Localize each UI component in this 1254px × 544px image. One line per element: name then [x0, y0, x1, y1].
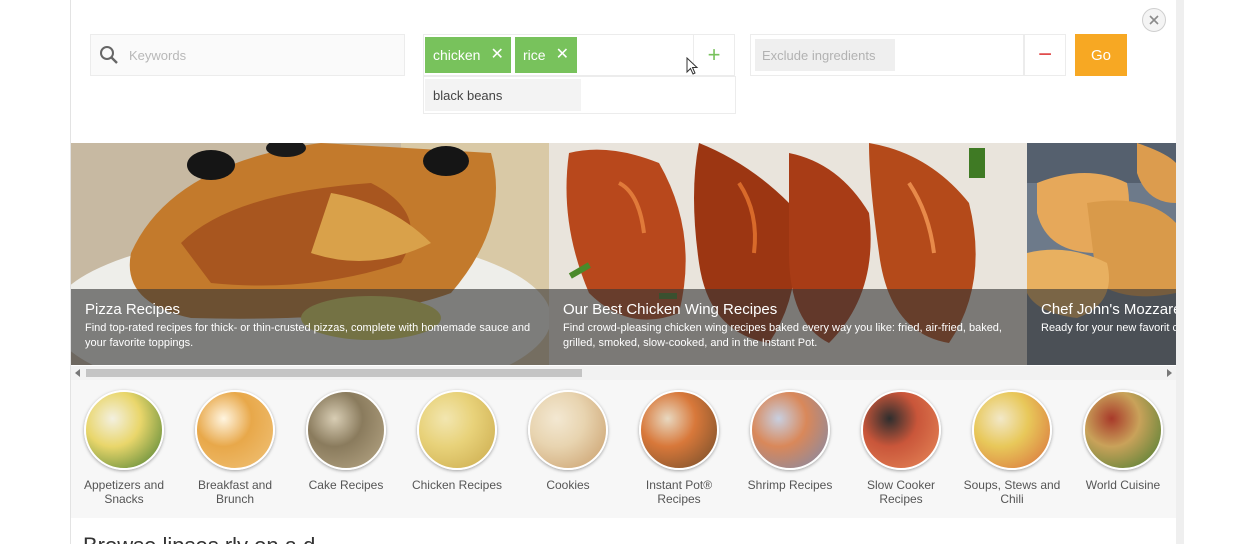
- category-label[interactable]: Instant Pot® Recipes: [624, 478, 734, 506]
- scroll-right-arrow-icon[interactable]: [1167, 369, 1172, 377]
- scrollbar-thumb[interactable]: [86, 369, 582, 377]
- category-item[interactable]: Cookies: [513, 390, 623, 492]
- slide-title[interactable]: Chef John's Mozzare: [1041, 301, 1176, 318]
- category-image[interactable]: [306, 390, 386, 470]
- close-button[interactable]: [1142, 8, 1166, 32]
- slide-title[interactable]: Pizza Recipes: [85, 301, 535, 318]
- category-image[interactable]: [1083, 390, 1163, 470]
- remove-exclusion-button[interactable]: −: [1024, 34, 1066, 76]
- category-label[interactable]: Chicken Recipes: [402, 478, 512, 492]
- category-label[interactable]: Soups, Stews and Chili: [957, 478, 1067, 506]
- carousel-scrollbar[interactable]: [71, 366, 1176, 380]
- slide-description: Ready for your new favorit crisper, cute…: [1041, 322, 1176, 334]
- close-icon: [1149, 15, 1159, 25]
- page-scrollbar-track[interactable]: [1176, 0, 1184, 544]
- ingredient-chip-chicken: chicken ✕: [425, 37, 511, 73]
- slide-title[interactable]: Our Best Chicken Wing Recipes: [563, 301, 1013, 318]
- category-item[interactable]: World Cuisine: [1068, 390, 1176, 492]
- category-image[interactable]: [639, 390, 719, 470]
- suggestion-item[interactable]: black beans: [425, 79, 581, 111]
- category-image[interactable]: [972, 390, 1052, 470]
- include-ingredients-field[interactable]: chicken ✕ rice ✕: [423, 34, 731, 76]
- remove-chip-icon[interactable]: ✕: [556, 47, 569, 63]
- category-item[interactable]: Instant Pot® Recipes: [624, 390, 734, 506]
- category-item[interactable]: Chicken Recipes: [402, 390, 512, 492]
- chip-label: chicken: [433, 47, 481, 63]
- category-item[interactable]: Breakfast and Brunch: [180, 390, 290, 506]
- category-label[interactable]: Cookies: [513, 478, 623, 492]
- remove-chip-icon[interactable]: ✕: [490, 47, 503, 63]
- exclude-input[interactable]: Exclude ingredients: [755, 39, 895, 71]
- category-item[interactable]: Appetizers and Snacks: [71, 390, 179, 506]
- category-image[interactable]: [861, 390, 941, 470]
- category-label[interactable]: World Cuisine: [1068, 478, 1176, 492]
- keyword-search-field[interactable]: [90, 34, 405, 76]
- category-strip: Appetizers and Snacks Breakfast and Brunc…: [71, 380, 1176, 518]
- slide-description: Find top-rated recipes for thick- or thi…: [85, 322, 531, 349]
- carousel-slide[interactable]: Our Best Chicken Wing Recipes Find crowd…: [549, 143, 1027, 365]
- slide-caption: Our Best Chicken Wing Recipes Find crowd…: [549, 289, 1027, 365]
- chip-label: rice: [523, 47, 546, 63]
- category-image[interactable]: [528, 390, 608, 470]
- modal-panel: chicken ✕ rice ✕ + black beans Exclude i…: [71, 0, 1176, 544]
- category-image[interactable]: [417, 390, 497, 470]
- category-item[interactable]: Soups, Stews and Chili: [957, 390, 1067, 506]
- carousel-slide[interactable]: Chef John's Mozzare Ready for your new f…: [1027, 143, 1176, 365]
- category-item[interactable]: Shrimp Recipes: [735, 390, 845, 492]
- category-item[interactable]: Slow Cooker Recipes: [846, 390, 956, 506]
- category-item[interactable]: Cake Recipes: [291, 390, 401, 492]
- mouse-cursor-icon: [686, 57, 699, 75]
- keyword-input[interactable]: [127, 46, 391, 64]
- category-image[interactable]: [84, 390, 164, 470]
- featured-carousel: Pizza Recipes Find top-rated recipes for…: [71, 143, 1176, 365]
- category-label[interactable]: Cake Recipes: [291, 478, 401, 492]
- search-icon: [99, 45, 119, 65]
- slide-caption: Pizza Recipes Find top-rated recipes for…: [71, 289, 549, 365]
- scroll-left-arrow-icon[interactable]: [75, 369, 80, 377]
- ingredient-chip-rice: rice ✕: [515, 37, 577, 73]
- carousel-slide[interactable]: Pizza Recipes Find top-rated recipes for…: [71, 143, 549, 365]
- category-label[interactable]: Slow Cooker Recipes: [846, 478, 956, 506]
- category-label[interactable]: Appetizers and Snacks: [71, 478, 179, 506]
- section-heading: Browse lipses rly on a d: [83, 533, 315, 544]
- category-image[interactable]: [750, 390, 830, 470]
- slide-caption: Chef John's Mozzare Ready for your new f…: [1027, 289, 1176, 365]
- category-label[interactable]: Breakfast and Brunch: [180, 478, 290, 506]
- category-image[interactable]: [195, 390, 275, 470]
- exclude-ingredients-field[interactable]: Exclude ingredients: [750, 34, 1024, 76]
- category-label[interactable]: Shrimp Recipes: [735, 478, 845, 492]
- ingredient-suggestions: black beans: [423, 76, 736, 114]
- go-button[interactable]: Go: [1075, 34, 1127, 76]
- slide-description: Find crowd-pleasing chicken wing recipes…: [563, 322, 1002, 349]
